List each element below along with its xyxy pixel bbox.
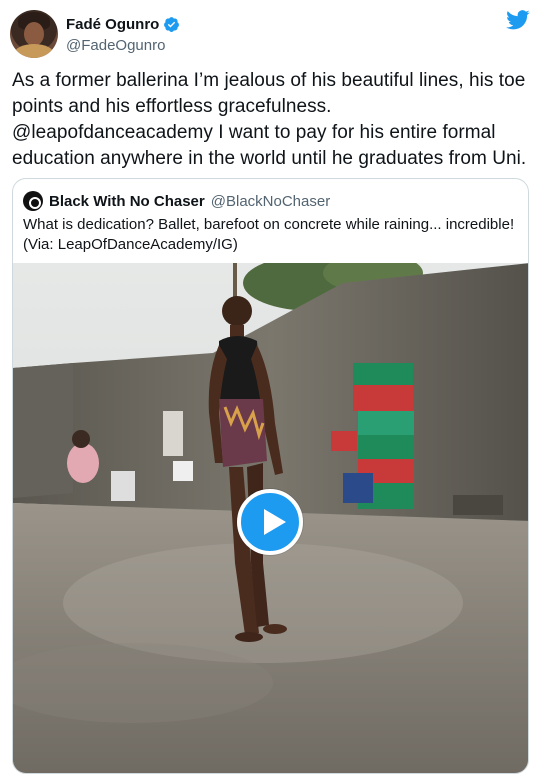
quoted-author-handle: @BlackNoChaser xyxy=(210,192,331,210)
quoted-author-display-name: Black With No Chaser xyxy=(49,192,205,210)
author-handle[interactable]: @FadeOgunro xyxy=(66,36,180,56)
verified-badge-icon xyxy=(164,17,180,32)
quoted-tweet-header: Black With No Chaser @BlackNoChaser xyxy=(23,191,330,211)
play-icon xyxy=(264,509,286,535)
author-display-name[interactable]: Fadé Ogunro xyxy=(66,15,180,34)
tweet-header: Fadé Ogunro @FadeOgunro xyxy=(10,8,532,60)
quoted-author-avatar xyxy=(23,191,43,211)
author-avatar[interactable] xyxy=(10,10,58,58)
video-thumbnail[interactable] xyxy=(13,263,528,773)
author-names: Fadé Ogunro @FadeOgunro xyxy=(66,15,180,56)
quoted-tweet-text: What is dedication? Ballet, barefoot on … xyxy=(23,216,515,253)
play-button[interactable] xyxy=(237,489,303,555)
twitter-bird-icon[interactable] xyxy=(506,10,530,30)
tweet-card: Fadé Ogunro @FadeOgunro As a former ball… xyxy=(0,0,542,780)
tweet-body-text: As a former ballerina I’m jealous of his… xyxy=(12,70,527,169)
quoted-tweet[interactable]: Black With No Chaser @BlackNoChaser What… xyxy=(12,178,529,774)
author-display-name-text[interactable]: Fadé Ogunro xyxy=(66,15,159,34)
